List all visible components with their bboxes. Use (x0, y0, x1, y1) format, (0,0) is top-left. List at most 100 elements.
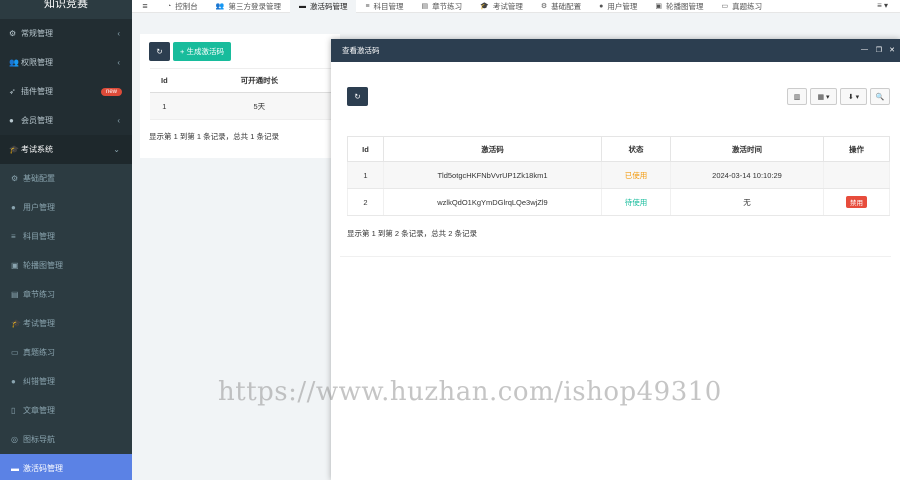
dashboard-icon: ◔ (167, 2, 172, 10)
maximize-icon[interactable]: ❐ (876, 46, 882, 54)
chevron-down-icon: ⌄ (113, 145, 120, 154)
pagination-info: 显示第 1 到第 1 条记录，总共 1 条记录 (149, 132, 280, 141)
cog-icon: ⚙ (11, 174, 19, 183)
compass-icon: ◎ (11, 435, 18, 444)
close-icon[interactable]: ✕ (889, 46, 895, 54)
pagination-info: 显示第 1 到第 2 条记录，总共 2 条记录 (347, 229, 478, 238)
generate-code-button[interactable]: + 生成激活码 (173, 42, 231, 61)
sidebar-item-exam-system[interactable]: 🎓 考试系统 ⌄ (0, 135, 132, 164)
column-header[interactable]: 可开通时长 (178, 68, 340, 93)
row-code: Tld5otgcHKFNbVvrUP1Zk18km1 (383, 161, 602, 189)
tab-dashboard[interactable]: ◔ 控制台 (158, 0, 207, 13)
sidebar-item-carousel[interactable]: ▣ 轮播图管理 (0, 251, 132, 280)
graduation-cap-icon: 🎓 (9, 145, 19, 154)
tab-label: 科目管理 (373, 1, 404, 11)
activation-codes-table: Id 激活码 状态 激活时间 操作 1 Tld5otgcHKFNbVvrUP1Z… (347, 136, 890, 216)
user-icon: ● (599, 2, 604, 10)
sidebar-item-users[interactable]: ● 用户管理 (0, 193, 132, 222)
sidebar-item-label: 用户管理 (23, 203, 55, 212)
tab-label: 用户管理 (607, 1, 638, 11)
main-panel: ↻ + 生成激活码 Id 可开通时长 1 5天 显示第 1 到第 1 条记录，总… (140, 34, 340, 158)
columns-dropdown[interactable]: ▦ ▾ (810, 88, 837, 105)
modal-title: 查看激活码 (342, 46, 380, 55)
tab-subjects[interactable]: ≡ 科目管理 (356, 0, 412, 13)
code-batch-table: Id 可开通时长 1 5天 (150, 68, 340, 120)
top-nav: ≡ ◔ 控制台 👥 第三方登录管理 ▬ 激活码管理 ≡ 科目管理 ▤ 章节练习 🎓 考试管理… (132, 0, 900, 13)
tab-label: 真题练习 (732, 1, 763, 11)
tab-exam-management[interactable]: 🎓 考试管理 (471, 0, 532, 13)
row-time: 无 (670, 188, 824, 216)
sidebar-item-chapter-practice[interactable]: ▤ 章节练习 (0, 280, 132, 309)
sidebar-item-plugins[interactable]: ➶ 插件管理 new (0, 77, 132, 106)
sidebar-item-basic-config[interactable]: ⚙ 基础配置 (0, 164, 132, 193)
article-icon: ▯ (11, 406, 16, 415)
graduation-cap-icon: 🎓 (480, 3, 489, 10)
graduation-cap-icon: 🎓 (11, 319, 21, 328)
card-icon: ▬ (11, 464, 19, 473)
refresh-button[interactable]: ↻ (149, 42, 170, 61)
sidebar-submenu: ⚙ 基础配置 ● 用户管理 ≡ 科目管理 ▣ 轮播图管理 ▤ 章节练习 🎓 考试… (0, 164, 132, 480)
column-header[interactable]: 激活时间 (670, 136, 824, 162)
tab-third-party-login[interactable]: 👥 第三方登录管理 (207, 0, 290, 13)
card-icon: ▬ (298, 2, 306, 10)
tab-chapter-practice[interactable]: ▤ 章节练习 (413, 0, 472, 13)
tab-activation-codes[interactable]: ▬ 激活码管理 (289, 0, 357, 13)
tab-past-papers[interactable]: ▭ 真题练习 (713, 0, 772, 13)
sidebar-item-members[interactable]: ● 会员管理 ‹ (0, 106, 132, 135)
table-row[interactable]: 1 Tld5otgcHKFNbVvrUP1Zk18km1 已使用 2024-03… (347, 161, 890, 189)
rocket-icon: ➶ (9, 87, 16, 96)
row-id: 1 (347, 161, 384, 189)
tab-users[interactable]: ● 用户管理 (590, 0, 646, 13)
list-icon: ≡ (11, 232, 16, 241)
sidebar-item-general[interactable]: ⚙ 常规管理 ‹ (0, 19, 132, 48)
table-row[interactable]: 1 5天 (150, 92, 340, 120)
sidebar-item-articles[interactable]: ▯ 文章管理 (0, 396, 132, 425)
sidebar-item-label: 纠错管理 (23, 377, 55, 386)
sidebar-item-icon-nav[interactable]: ◎ 图标导航 (0, 425, 132, 454)
sidebar-item-error-correction[interactable]: ● 纠错管理 (0, 367, 132, 396)
column-header[interactable]: Id (150, 68, 179, 93)
tab-menu-dropdown[interactable]: ≡ ▾ (877, 1, 888, 10)
sidebar-item-label: 基础配置 (23, 174, 55, 183)
file-icon: ▭ (721, 3, 729, 10)
column-header[interactable]: 状态 (601, 136, 671, 162)
search-button[interactable]: 🔍 (870, 88, 890, 105)
sidebar-item-label: 文章管理 (23, 406, 55, 415)
row-actions (823, 161, 890, 189)
user-icon: ● (11, 203, 16, 212)
tab-label: 轮播图管理 (666, 1, 704, 11)
minimize-icon[interactable]: — (861, 46, 868, 53)
tab-carousel[interactable]: ▣ 轮播图管理 (646, 0, 712, 13)
view-codes-modal: 查看激活码 — ❐ ✕ ↻ ▥ ▦ ▾ ⬇ ▾ 🔍 Id 激活码 状态 激活时间… (331, 39, 900, 480)
column-header[interactable]: 激活码 (383, 136, 602, 162)
sidebar-item-label: 考试系统 (21, 145, 53, 154)
menu-toggle-icon[interactable]: ≡ (132, 1, 158, 11)
tab-basic-config[interactable]: ⚙ 基础配置 (532, 0, 590, 13)
toggle-view-button[interactable]: ▥ (787, 88, 807, 105)
watermark: https://www.huzhan.com/ishop49310 (218, 377, 722, 407)
sidebar-item-label: 考试管理 (23, 319, 55, 328)
column-header[interactable]: 操作 (823, 136, 890, 162)
sidebar-item-label: 插件管理 (21, 87, 53, 96)
column-header[interactable]: Id (347, 136, 384, 162)
divider (340, 256, 891, 257)
modal-body: ↻ ▥ ▦ ▾ ⬇ ▾ 🔍 Id 激活码 状态 激活时间 操作 1 Tld5ot… (331, 62, 900, 480)
sidebar-item-subjects[interactable]: ≡ 科目管理 (0, 222, 132, 251)
modal-refresh-button[interactable]: ↻ (347, 87, 368, 106)
tab-label: 控制台 (175, 1, 198, 11)
sidebar-item-label: 真题练习 (23, 348, 55, 357)
sidebar-item-past-papers[interactable]: ▭ 真题练习 (0, 338, 132, 367)
gears-icon: ⚙ (9, 29, 17, 38)
export-dropdown[interactable]: ⬇ ▾ (840, 88, 867, 105)
table-cell: 5天 (178, 92, 340, 120)
users-icon: 👥 (215, 3, 225, 10)
sidebar-item-exam-management[interactable]: 🎓 考试管理 (0, 309, 132, 338)
sidebar-item-activation-codes[interactable]: ▬ 激活码管理 (0, 454, 132, 480)
table-row[interactable]: 2 wzlkQdO1KgYmDGlrqLQe3wjZl9 待使用 无 禁用 (347, 188, 890, 216)
file-icon: ▭ (11, 348, 19, 357)
row-time: 2024-03-14 10:10:29 (670, 161, 824, 189)
chevron-left-icon: ‹ (117, 29, 120, 38)
disable-button[interactable]: 禁用 (846, 196, 867, 208)
row-code: wzlkQdO1KgYmDGlrqLQe3wjZl9 (383, 188, 602, 216)
sidebar-item-permissions[interactable]: 👥 权限管理 ‹ (0, 48, 132, 77)
